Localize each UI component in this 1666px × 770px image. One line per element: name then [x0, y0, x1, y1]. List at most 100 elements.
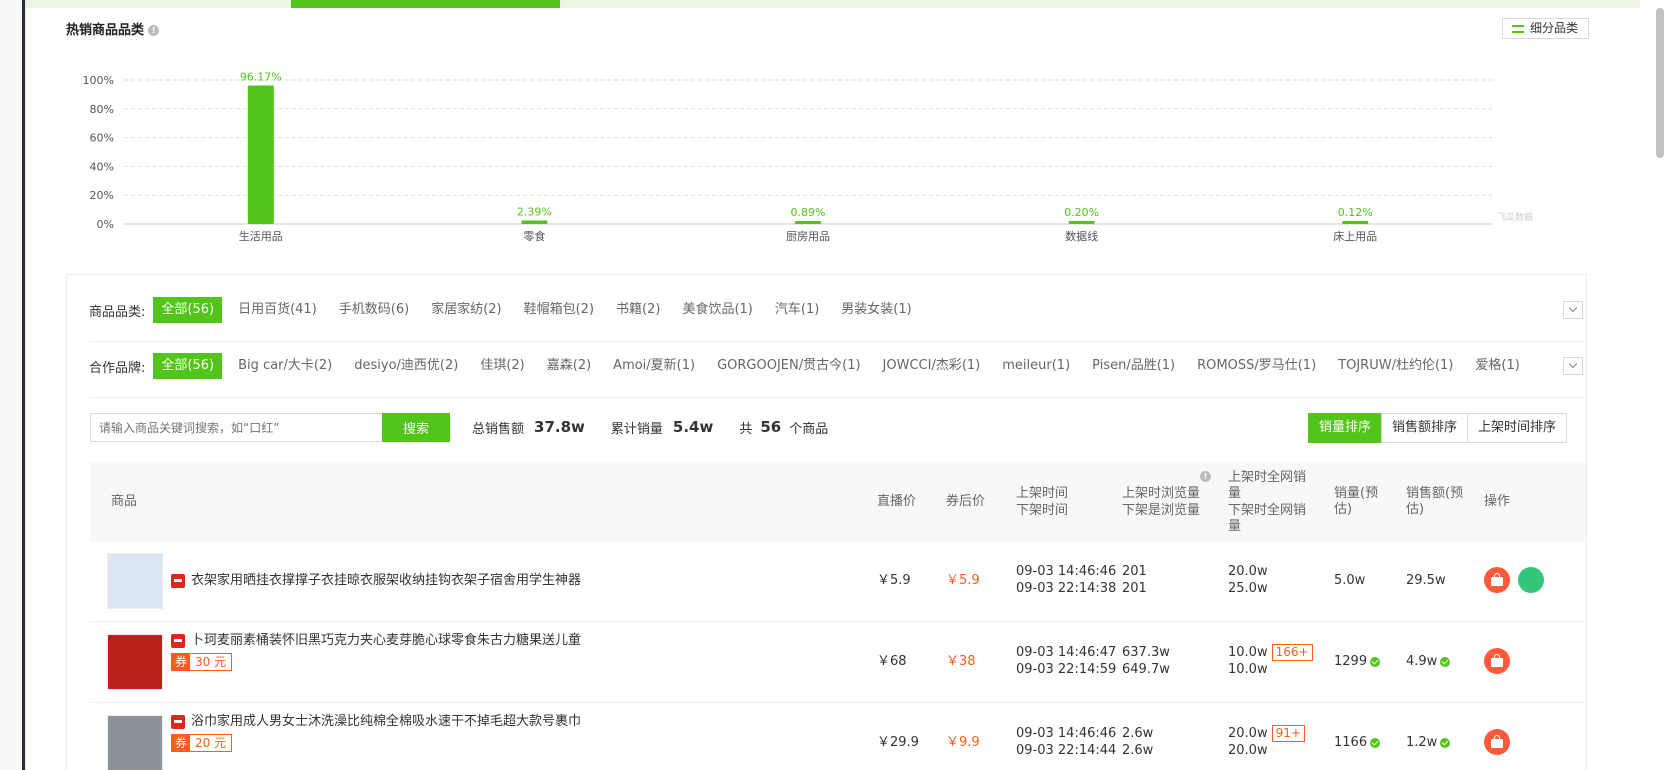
category-chip[interactable]: 汽车(1) [769, 297, 825, 323]
category-chip[interactable]: 手机数码(6) [333, 297, 415, 323]
brand-chip[interactable]: meileur(1) [996, 353, 1076, 379]
category-bar-chart: 0% 20% 40% 60% 80% 100% 96.17% 生活用品 2.39% 零食 0.89%… [83, 71, 1492, 243]
total-sales-value: 37.8w [534, 418, 585, 436]
divider [89, 341, 1587, 342]
category-chip[interactable]: 日用百货(41) [232, 297, 323, 323]
verified-icon [1370, 656, 1381, 667]
y-tick-label: 40% [90, 160, 114, 173]
sales-estimate: 1299 [1334, 653, 1381, 670]
live-price: ￥68 [877, 654, 907, 669]
product-title: 卜珂麦丽素桶装怀旧黑巧克力夹心麦芽脆心球零食朱古力糖果送儿童 [191, 633, 582, 648]
bar [1342, 221, 1369, 224]
list-icon [1512, 25, 1524, 33]
y-tick-label: 100% [83, 74, 114, 87]
bar-value-label: 2.39% [517, 206, 552, 219]
search-input[interactable] [90, 413, 383, 442]
brand-chip[interactable]: Big car/大卡(2) [232, 353, 338, 379]
live-price: ￥29.9 [877, 735, 919, 750]
bar-value-label: 0.12% [1338, 206, 1373, 219]
subcategory-button[interactable]: 细分品类 [1502, 18, 1589, 39]
x-tick-label: 床上用品 [1333, 229, 1377, 243]
x-tick-label: 零食 [523, 229, 545, 243]
shopping-bag-icon[interactable] [1484, 648, 1510, 674]
brand-chip[interactable]: 全部(56) [153, 353, 223, 379]
brand-chip[interactable]: desiyo/迪西优(2) [348, 353, 464, 379]
verified-icon [1370, 737, 1381, 748]
brand-chip[interactable]: ROMOSS/罗马仕(1) [1191, 353, 1322, 379]
brand-chip[interactable]: 佳琪(2) [474, 353, 530, 379]
watermark: 飞瓜数据 [1497, 213, 1534, 223]
sort-by-volume[interactable]: 销量排序 [1308, 413, 1383, 443]
brand-expand-button[interactable] [1563, 357, 1583, 375]
product-title: 衣架家用晒挂衣撑撑子衣挂晾衣服架收纳挂钩衣架子宿舍用学生神器 [191, 573, 582, 588]
category-chip[interactable]: 男装女装(1) [835, 297, 917, 323]
active-tab-indicator[interactable] [291, 0, 560, 8]
brand-chip[interactable]: Pisen/品胜(1) [1086, 353, 1181, 379]
trend-chart-icon[interactable] [1518, 567, 1544, 593]
y-tick-label: 20% [90, 189, 114, 202]
coupon-badge: 券 20 元 [171, 734, 233, 752]
net-sales-badge: 91+ [1271, 725, 1305, 742]
product-thumbnail[interactable] [107, 715, 163, 770]
net-sales-badge: 166+ [1271, 644, 1313, 661]
bar [1068, 221, 1095, 224]
tmall-icon [171, 573, 185, 588]
bar-value-label: 0.89% [791, 206, 826, 219]
product-count: 56 [760, 418, 782, 436]
tmall-icon [171, 633, 185, 648]
category-chip[interactable]: 鞋帽箱包(2) [518, 297, 600, 323]
brand-chip[interactable]: 爱格(1) [1469, 353, 1525, 379]
tmall-icon [171, 714, 185, 729]
info-icon[interactable]: ! [148, 25, 160, 36]
section-title: 热销商品品类! [66, 19, 160, 38]
verified-icon [1440, 656, 1451, 667]
revenue-estimate: 29.5w [1406, 573, 1446, 588]
brand-filter-label: 合作品牌: [89, 360, 146, 376]
scrollbar-thumb[interactable] [1656, 8, 1664, 158]
bar-value-label: 0.20% [1064, 206, 1099, 219]
product-title: 浴巾家用成人男女士沐洗澡比纯棉全棉吸水速干不掉毛超大款号裹巾 [191, 714, 582, 729]
x-tick-label: 数据线 [1065, 229, 1098, 243]
category-filter-row: 商品品类: 全部(56) 日用百货(41) 手机数码(6) 家居家纺(2) 鞋帽箱包(2… [89, 297, 928, 323]
category-chip[interactable]: 全部(56) [153, 297, 223, 323]
revenue-estimate: 1.2w [1406, 734, 1451, 751]
summary-stats: 总销售额 37.8w 累计销量 5.4w 共 56 个商品 [472, 418, 829, 437]
sales-estimate: 1166 [1334, 734, 1381, 751]
y-tick-label: 80% [90, 103, 114, 116]
sort-by-revenue[interactable]: 销售额排序 [1381, 413, 1469, 443]
category-filter-label: 商品品类: [89, 304, 146, 320]
search-button[interactable]: 搜索 [382, 413, 450, 442]
brand-chip[interactable]: TOJRUW/杜约伦(1) [1332, 353, 1459, 379]
shopping-bag-icon[interactable] [1484, 567, 1510, 593]
bar [795, 221, 821, 224]
category-expand-button[interactable] [1563, 301, 1583, 319]
x-tick-label: 厨房用品 [786, 230, 830, 243]
brand-chip[interactable]: GORGOOJEN/贯古今(1) [711, 353, 866, 379]
scrollbar-track[interactable] [1640, 0, 1666, 770]
coupon-price: ￥5.9 [946, 573, 980, 588]
sort-by-time[interactable]: 上架时间排序 [1467, 413, 1568, 443]
info-icon[interactable]: ! [1200, 471, 1211, 482]
y-tick-label: 60% [90, 132, 114, 145]
divider [89, 397, 1587, 398]
bar [247, 85, 274, 224]
product-thumbnail[interactable] [107, 634, 163, 690]
table-header: 商品 直播价 券后价 上架时间 下架时间 上架时浏览量 下架是浏览量 ! 上架时… [90, 462, 1586, 542]
table-row[interactable]: 卜珂麦丽素桶装怀旧黑巧克力夹心麦芽脆心球零食朱古力糖果送儿童 券 30 元 ￥68… [90, 622, 1586, 703]
category-chip[interactable]: 家居家纺(2) [425, 297, 507, 323]
brand-chip[interactable]: 嘉森(2) [541, 353, 597, 379]
shopping-bag-icon[interactable] [1484, 729, 1510, 755]
product-thumbnail[interactable] [107, 553, 163, 609]
sales-estimate: 5.0w [1334, 573, 1366, 588]
revenue-estimate: 4.9w [1406, 653, 1451, 670]
live-price: ￥5.9 [877, 573, 911, 588]
table-row[interactable]: 浴巾家用成人男女士沐洗澡比纯棉全棉吸水速干不掉毛超大款号裹巾 券 20 元 ￥29… [90, 703, 1586, 770]
category-chip[interactable]: 书籍(2) [610, 297, 666, 323]
brand-chip[interactable]: Amoi/夏新(1) [607, 353, 701, 379]
coupon-price: ￥9.9 [946, 735, 980, 750]
total-volume-value: 5.4w [672, 418, 714, 436]
x-tick-label: 生活用品 [239, 229, 283, 243]
category-chip[interactable]: 美食饮品(1) [676, 297, 758, 323]
table-row[interactable]: 衣架家用晒挂衣撑撑子衣挂晾衣服架收纳挂钩衣架子宿舍用学生神器 ￥5.9 ￥5.9… [90, 541, 1586, 622]
brand-chip[interactable]: JOWCCI/杰彩(1) [877, 353, 987, 379]
